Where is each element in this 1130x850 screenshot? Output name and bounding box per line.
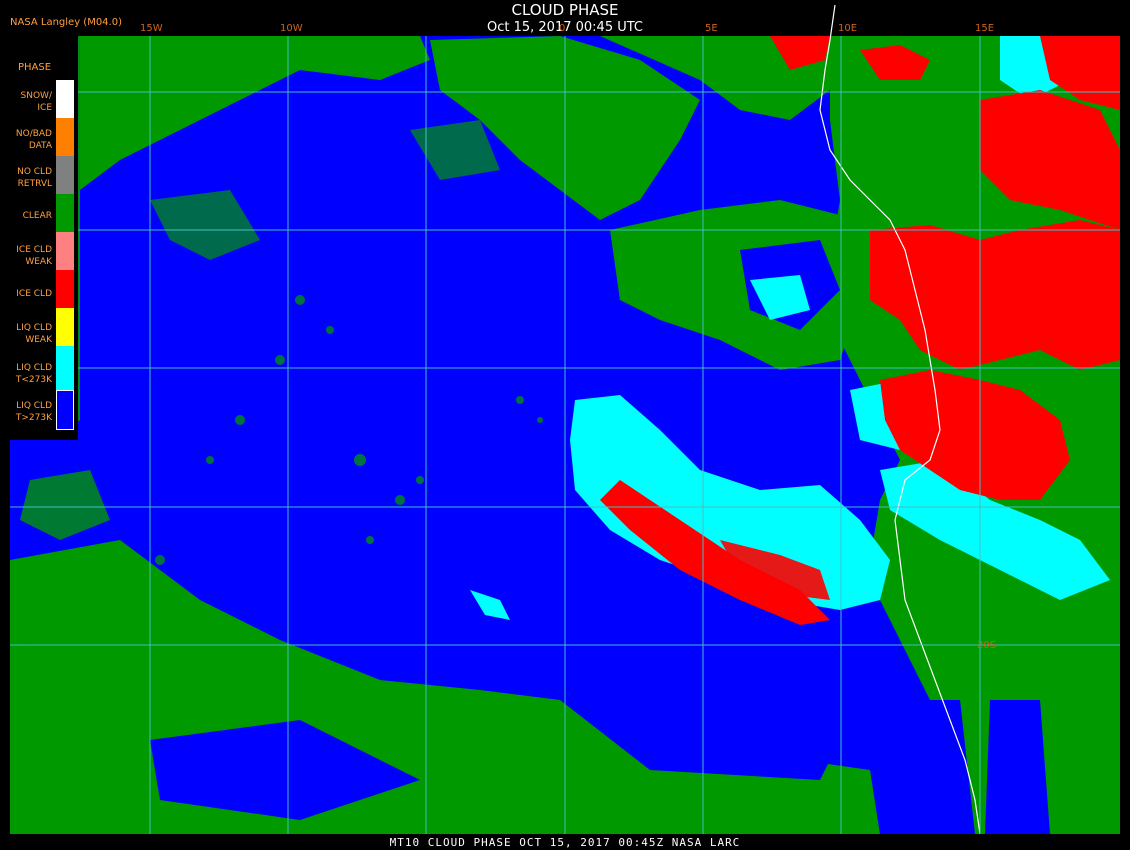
legend-swatch-ice-cld	[56, 270, 74, 308]
legend-swatch-no-bad-data	[56, 118, 74, 156]
credit-label: NASA Langley (M04.0)	[10, 17, 122, 28]
lon-label-10w: 10W	[280, 23, 303, 34]
lon-label-15w: 15W	[140, 23, 163, 34]
legend-label-ice-cld: ICE CLD	[16, 289, 52, 299]
legend-label-no-bad-data: NO/BAD DATA	[15, 129, 52, 151]
legend-label-snow-ice: SNOW/ICE	[20, 91, 52, 113]
legend-swatch-liq-cld-cold	[56, 346, 74, 390]
map-title: CLOUD PHASE	[511, 1, 619, 19]
lat-label-20s: 20S	[977, 640, 997, 651]
legend-title: PHASE	[18, 62, 52, 73]
legend-swatch-liq-cld-warm	[56, 390, 74, 430]
lon-label-10e: 10E	[838, 23, 858, 34]
lon-label-15e: 15E	[975, 23, 995, 34]
legend-label-clear: CLEAR	[22, 211, 52, 221]
legend-label-no-cld-retrvl: NO CLD RETRVL	[17, 167, 52, 189]
footer-caption: MT10 CLOUD PHASE OCT 15, 2017 00:45Z NAS…	[389, 836, 741, 849]
legend-swatch-ice-cld-weak	[56, 232, 74, 270]
legend-label-liq-cld-weak: LIQ CLD WEAK	[16, 323, 52, 345]
lon-label-0: 0	[559, 23, 566, 34]
legend-swatch-clear	[56, 194, 74, 232]
cloud-phase-map	[0, 0, 1130, 850]
legend-label-ice-cld-weak: ICE CLD WEAK	[16, 245, 52, 267]
legend-swatch-no-cld-retrvl	[56, 156, 74, 194]
legend-label-liq-cld-warm: LIQ CLD T>273K	[15, 401, 52, 423]
legend-swatch-liq-cld-weak	[56, 308, 74, 346]
legend-swatch-snow-ice	[56, 80, 74, 118]
legend-label-liq-cld-cold: LIQ CLD T<273K	[15, 363, 52, 385]
lon-label-5e: 5E	[705, 23, 718, 34]
